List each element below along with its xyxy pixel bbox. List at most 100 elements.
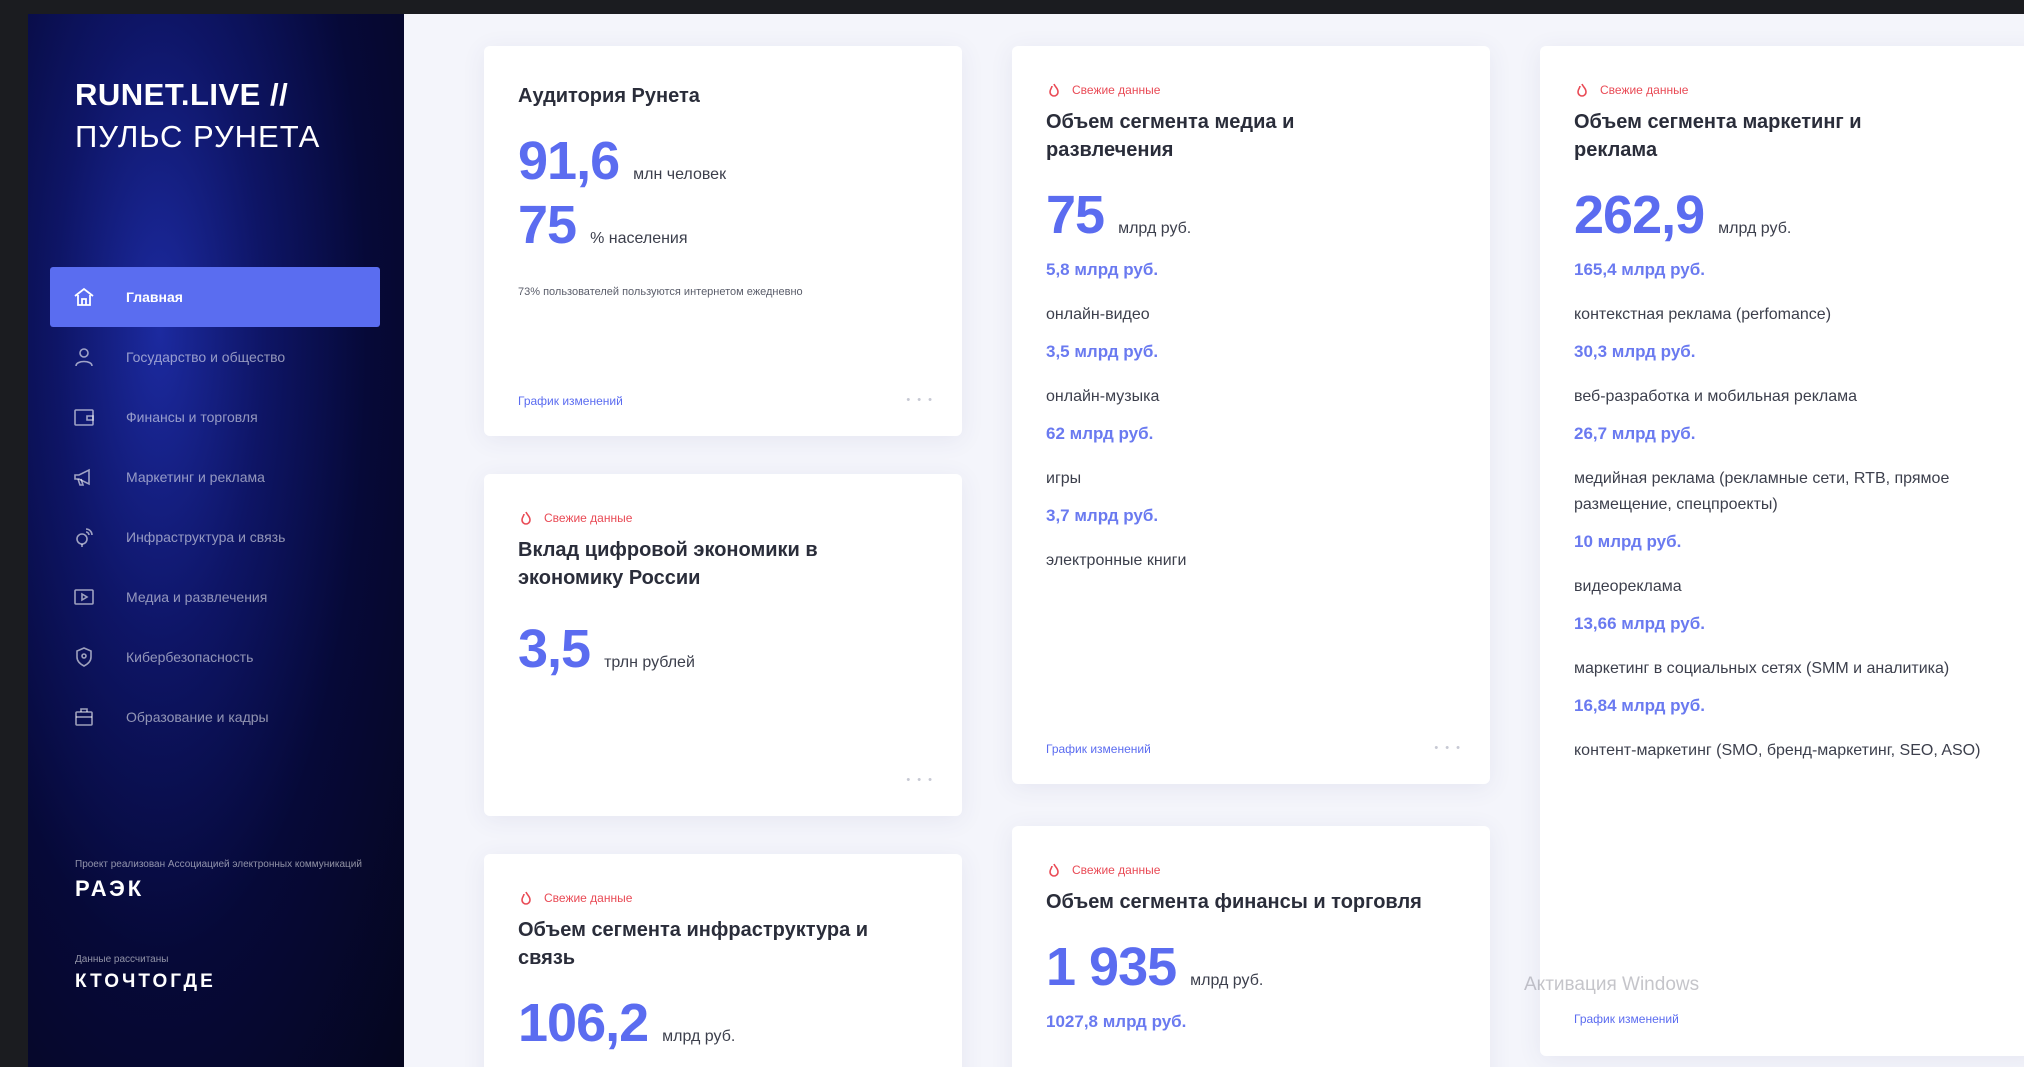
fresh-data-label: Свежие данные <box>1072 83 1161 97</box>
card-marketing-segment[interactable]: Свежие данные Объем сегмента маркетинг и… <box>1540 46 2024 1056</box>
segment-label: игры <box>1046 470 1082 487</box>
metric-unit: млн человек <box>633 166 727 183</box>
fresh-data-badge: Свежие данные <box>1574 82 2006 98</box>
sidebar-item-label: Маркетинг и реклама <box>126 469 265 485</box>
metric-economy: 3,5 трлн рублей <box>518 618 928 680</box>
card-title: Вклад цифровой экономики в экономику Рос… <box>518 539 818 589</box>
segment-value: 13,66 млрд руб. <box>1574 614 1705 633</box>
metric-value: 106,2 <box>518 993 649 1053</box>
metric-value: 3,5 <box>518 619 591 679</box>
shield-icon <box>72 645 112 669</box>
sidebar-item-label: Главная <box>126 289 183 305</box>
windows-activation-watermark: Активация Windows <box>1524 974 1700 995</box>
card-infrastructure[interactable]: Свежие данные Объем сегмента инфраструкт… <box>484 854 962 1067</box>
sidebar-item-label: Финансы и торговля <box>126 409 258 425</box>
segment-value: 3,7 млрд руб. <box>1046 506 1159 525</box>
megaphone-icon <box>72 465 112 489</box>
sidebar-item-label: Медиа и развлечения <box>126 589 268 605</box>
card-audience[interactable]: Аудитория Рунета 91,6 млн человек 75 % н… <box>484 46 962 436</box>
wallet-icon <box>72 405 112 429</box>
fresh-data-badge: Свежие данные <box>1046 82 1456 98</box>
partner-ktochtogde[interactable]: Данные рассчитаны КТОЧТОГДЕ <box>75 954 216 993</box>
sidebar-item-finance[interactable]: Финансы и торговля <box>50 387 380 447</box>
changes-chart-link[interactable]: График изменений <box>1046 742 1151 756</box>
metric-finance: 1 935 млрд руб. <box>1046 936 1456 998</box>
segment-label: видеореклама <box>1574 578 1682 595</box>
changes-chart-link[interactable]: График изменений <box>518 394 623 408</box>
pagination-dots[interactable]: • • • <box>906 774 934 786</box>
sidebar: RUNET.LIVE // ПУЛЬС РУНЕТА Главная Госуд… <box>28 14 404 1067</box>
sidebar-item-marketing[interactable]: Маркетинг и реклама <box>50 447 380 507</box>
segment-value: 10 млрд руб. <box>1574 532 1682 551</box>
segment-label: медийная реклама (рекламные сети, RTB, п… <box>1574 470 1950 513</box>
sidebar-item-label: Кибербезопасность <box>126 649 254 665</box>
fresh-data-badge: Свежие данные <box>518 890 928 906</box>
card-media-segment[interactable]: Свежие данные Объем сегмента медиа и раз… <box>1012 46 1490 784</box>
segment-label: электронные книги <box>1046 552 1187 569</box>
sidebar-item-label: Государство и общество <box>126 349 286 365</box>
card-title: Объем сегмента медиа и развлечения <box>1046 111 1295 161</box>
card-digital-economy[interactable]: Свежие данные Вклад цифровой экономики в… <box>484 474 962 816</box>
dashboard-content: Аудитория Рунета 91,6 млн человек 75 % н… <box>404 14 2024 1067</box>
fresh-data-label: Свежие данные <box>544 511 633 525</box>
partner-caption: Проект реализован Ассоциацией электронны… <box>75 859 362 870</box>
sidebar-item-media[interactable]: Медиа и развлечения <box>50 567 380 627</box>
fire-icon <box>521 511 531 525</box>
metric-value: 75 <box>1046 185 1105 245</box>
brand-subtitle: ПУЛЬС РУНЕТА <box>75 119 321 154</box>
brand-logo[interactable]: RUNET.LIVE // ПУЛЬС РУНЕТА <box>75 74 320 158</box>
metric-audience-millions: 91,6 млн человек <box>518 130 928 192</box>
sidebar-item-government[interactable]: Государство и общество <box>50 327 380 387</box>
segment-label: контент-маркетинг (SMO, бренд-маркетинг,… <box>1574 742 1981 759</box>
segment-label: контекстная реклама (perfomance) <box>1574 306 1832 323</box>
card-title: Аудитория Рунета <box>518 85 700 107</box>
card-finance-segment[interactable]: Свежие данные Объем сегмента финансы и т… <box>1012 826 1490 1067</box>
ktochtogde-logo: КТОЧТОГДЕ <box>75 971 216 992</box>
sidebar-item-infrastructure[interactable]: Инфраструктура и связь <box>50 507 380 567</box>
audience-note: 73% пользователей пользуются интернетом … <box>518 286 803 298</box>
metric-value: 1 935 <box>1046 937 1177 997</box>
sidebar-item-label: Инфраструктура и связь <box>126 529 286 545</box>
segment-label: онлайн-музыка <box>1046 388 1160 405</box>
metric-value: 262,9 <box>1574 185 1705 245</box>
fresh-data-label: Свежие данные <box>1072 863 1161 877</box>
pagination-dots[interactable]: • • • <box>1434 742 1462 754</box>
play-icon <box>72 585 112 609</box>
sidebar-item-label: Образование и кадры <box>126 709 269 725</box>
card-title: Объем сегмента финансы и торговля <box>1046 891 1422 913</box>
metric-value: 75 <box>518 195 577 255</box>
fresh-data-label: Свежие данные <box>1600 83 1689 97</box>
partner-raek[interactable]: Проект реализован Ассоциацией электронны… <box>75 859 362 902</box>
sidebar-item-cybersecurity[interactable]: Кибербезопасность <box>50 627 380 687</box>
metric-infrastructure: 106,2 млрд руб. <box>518 992 928 1054</box>
segment-value: 16,84 млрд руб. <box>1574 696 1705 715</box>
metric-value: 91,6 <box>518 131 620 191</box>
card-title: Объем сегмента инфраструктура и связь <box>518 919 869 969</box>
partner-caption: Данные рассчитаны <box>75 954 169 965</box>
sidebar-item-education[interactable]: Образование и кадры <box>50 687 380 747</box>
metric-unit: трлн рублей <box>604 654 695 671</box>
card-title: Объем сегмента маркетинг и реклама <box>1574 111 1862 161</box>
segment-value: 1027,8 млрд руб. <box>1046 1012 1187 1031</box>
segment-label: маркетинг в социальных сетях (SMM и анал… <box>1574 660 1950 677</box>
app-frame: RUNET.LIVE // ПУЛЬС РУНЕТА Главная Госуд… <box>28 14 2024 1067</box>
sidebar-nav: Главная Государство и общество Финансы и… <box>50 267 380 747</box>
satellite-icon <box>72 525 112 549</box>
person-icon <box>72 345 112 369</box>
segment-value: 26,7 млрд руб. <box>1574 424 1696 443</box>
metric-audience-percent: 75 % населения <box>518 194 928 256</box>
sidebar-item-home[interactable]: Главная <box>50 267 380 327</box>
metric-unit: % населения <box>590 230 688 247</box>
pagination-dots[interactable]: • • • <box>906 394 934 406</box>
fire-icon <box>1049 863 1059 877</box>
segment-value: 165,4 млрд руб. <box>1574 260 1705 279</box>
segment-value: 3,5 млрд руб. <box>1046 342 1159 361</box>
changes-chart-link[interactable]: График изменений <box>1574 1012 1679 1026</box>
segment-label: онлайн-видео <box>1046 306 1150 323</box>
metric-unit: млрд руб. <box>1190 972 1264 989</box>
metric-unit: млрд руб. <box>1718 220 1792 237</box>
briefcase-icon <box>72 705 112 729</box>
raek-logo: РАЭК <box>75 876 145 901</box>
metric-unit: млрд руб. <box>662 1028 736 1045</box>
fire-icon <box>1577 83 1587 97</box>
